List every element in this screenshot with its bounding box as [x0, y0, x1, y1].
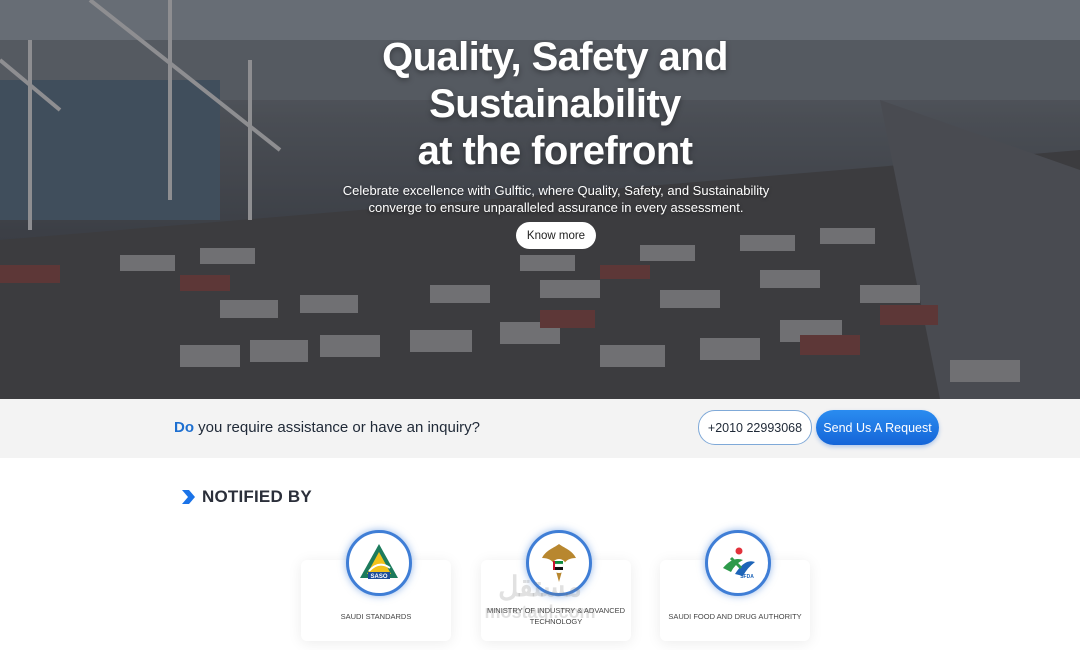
saso-logo-text: SASO [370, 574, 387, 580]
authority-label: SAUDI FOOD AND DRUG AUTHORITY [668, 612, 802, 621]
inquiry-accent-word: Do [174, 419, 194, 436]
hero-subtitle-line: Celebrate excellence with Gulftic, where… [342, 183, 770, 198]
authority-label: SAUDI STANDARDS [340, 612, 412, 621]
hero-subtitle-line: converge to ensure unparalleled assuranc… [368, 200, 744, 215]
hero-section: Quality, Safety and Sustainability at th… [0, 0, 1080, 399]
hero-title-line: at the forefront [417, 129, 693, 173]
know-more-button[interactable]: Know more [516, 222, 596, 249]
saso-logo-icon: SASO [346, 530, 412, 596]
phone-button[interactable]: +2010 22993068 [698, 410, 812, 445]
hero-subtitle: Celebrate excellence with Gulftic, where… [320, 182, 792, 216]
hero-title-line: Sustainability [429, 82, 681, 126]
send-request-button[interactable]: Send Us A Request [816, 410, 939, 445]
notified-by-header: NOTIFIED BY [180, 487, 312, 507]
inquiry-bar: Do you require assistance or have an inq… [0, 399, 1080, 458]
chevron-right-icon [182, 490, 195, 504]
section-title: NOTIFIED BY [202, 487, 312, 506]
hero-title: Quality, Safety and Sustainability at th… [340, 34, 770, 175]
sfda-logo-icon: SFDA [705, 530, 771, 596]
inquiry-question: you require assistance or have an inquir… [198, 419, 481, 436]
inquiry-text: Do you require assistance or have an inq… [174, 419, 480, 436]
hero-title-line: Quality, Safety and [382, 35, 728, 79]
sfda-logo-text: SFDA [740, 574, 754, 580]
authority-label: MINISTRY OF INDUSTRY & ADVANCED TECHNOLO… [486, 606, 626, 626]
uae-emblem-icon [526, 530, 592, 596]
